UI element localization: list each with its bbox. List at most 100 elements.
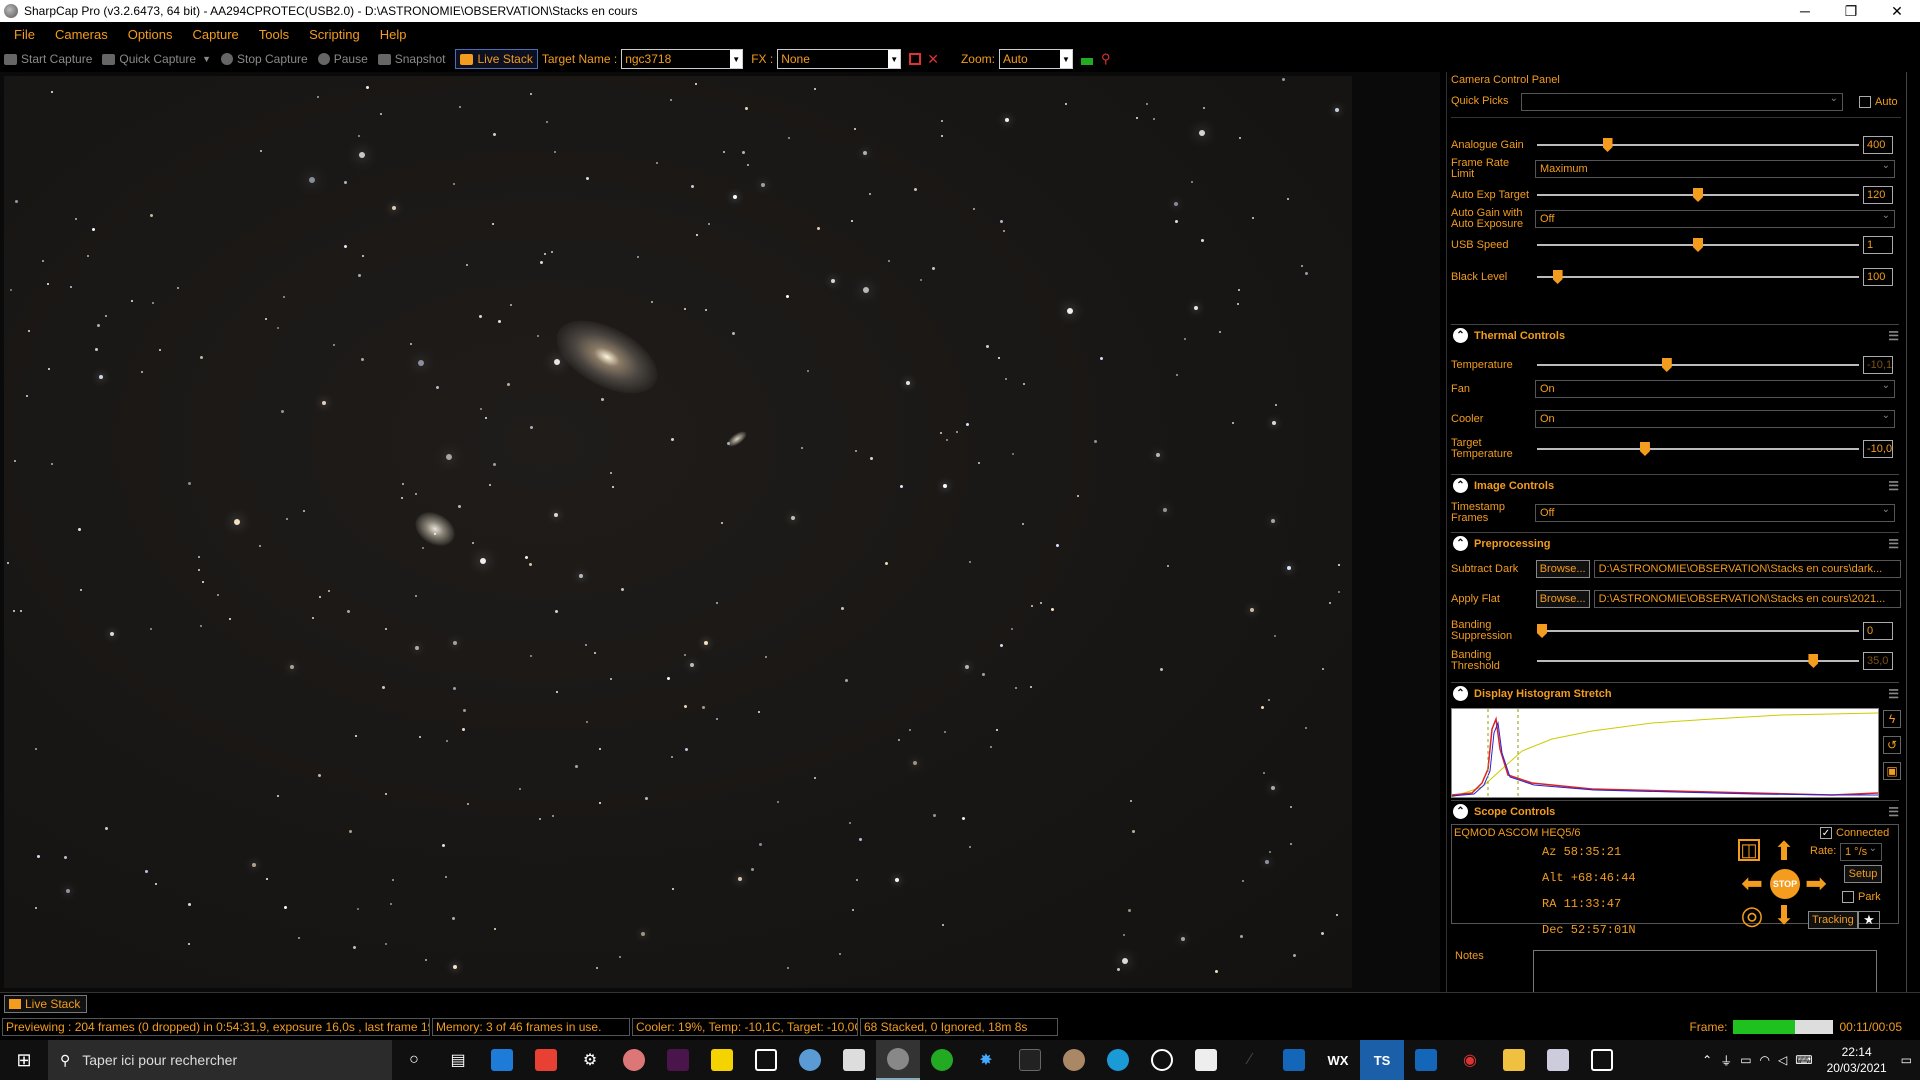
reset-icon[interactable]: ↺ [1883, 736, 1901, 754]
chevron-up-icon[interactable]: ⌃ [1453, 328, 1468, 343]
tracking-button[interactable]: Tracking [1808, 911, 1858, 929]
slider-thumb[interactable] [1537, 624, 1547, 638]
edge-icon[interactable] [1096, 1040, 1140, 1080]
chevron-up-icon[interactable]: ⌃ [1453, 686, 1468, 701]
red-app-icon[interactable]: ◉ [1448, 1040, 1492, 1080]
connected-checkbox[interactable]: ✓ [1820, 827, 1832, 839]
setup-button[interactable]: Setup [1844, 865, 1882, 883]
subtract-dark-path[interactable]: D:\ASTRONOMIE\OBSERVATION\Stacks en cour… [1593, 560, 1901, 578]
chevron-down-icon[interactable]: ▼ [888, 50, 901, 68]
hamburger-icon[interactable]: ☰ [1888, 805, 1899, 819]
mail-icon[interactable] [480, 1040, 524, 1080]
panel-scrollbar[interactable] [1906, 72, 1920, 992]
maximize-button[interactable]: ❐ [1828, 0, 1874, 22]
analogue-gain-slider[interactable] [1537, 138, 1859, 152]
phd2-icon[interactable] [920, 1040, 964, 1080]
fx-select[interactable]: None ▼ [777, 49, 902, 69]
wifi-icon[interactable]: ◠ [1760, 1053, 1770, 1067]
slack-icon[interactable] [656, 1040, 700, 1080]
frame-rate-select[interactable]: Maximum [1535, 160, 1895, 178]
cross-hair-icon[interactable]: ✕ [927, 51, 939, 68]
calculator-icon[interactable] [1580, 1040, 1624, 1080]
apply-flat-path[interactable]: D:\ASTRONOMIE\OBSERVATION\Stacks en cour… [1593, 590, 1901, 608]
menu-file[interactable]: File [0, 27, 45, 42]
browser-icon[interactable] [788, 1040, 832, 1080]
feather-icon[interactable]: ∕ [1228, 1040, 1272, 1080]
fan-select[interactable]: On [1535, 380, 1895, 398]
black-level-value[interactable]: 100 [1863, 268, 1893, 286]
auto-exp-target-value[interactable]: 120 [1863, 186, 1893, 204]
chevron-down-icon[interactable]: ▼ [202, 54, 211, 64]
close-button[interactable]: ✕ [1874, 0, 1920, 22]
slider-thumb[interactable] [1693, 238, 1703, 252]
menu-tools[interactable]: Tools [249, 27, 299, 42]
image-viewport[interactable] [0, 72, 1440, 992]
menu-help[interactable]: Help [370, 27, 417, 42]
auto-gain-select[interactable]: Off [1535, 210, 1895, 228]
task-view-icon[interactable]: ▤ [436, 1040, 480, 1080]
target-name-input[interactable]: ngc3718 ▼ [621, 49, 744, 69]
zoom-select[interactable]: Auto ▼ [998, 49, 1073, 69]
image-controls-header[interactable]: ⌃ Image Controls ☰ [1451, 474, 1899, 496]
menu-cameras[interactable]: Cameras [45, 27, 118, 42]
sticky-notes-icon[interactable] [700, 1040, 744, 1080]
chevron-down-icon[interactable]: ▼ [730, 50, 743, 68]
histogram-display[interactable] [1451, 708, 1879, 798]
banding-threshold-value[interactable]: 35,0 [1863, 652, 1893, 670]
usb-speed-value[interactable]: 1 [1863, 236, 1893, 254]
auto-checkbox[interactable] [1859, 95, 1871, 108]
ts-icon[interactable]: TS [1360, 1040, 1404, 1080]
snip-icon[interactable] [744, 1040, 788, 1080]
slider-thumb[interactable] [1639, 442, 1650, 456]
spiral-icon[interactable] [1140, 1040, 1184, 1080]
home-target-icon[interactable]: ◎ [1738, 900, 1766, 930]
apply-flat-browse-button[interactable]: Browse... [1535, 590, 1590, 608]
discord-icon[interactable] [1184, 1040, 1228, 1080]
minimize-button[interactable]: ─ [1782, 0, 1828, 22]
pause-button[interactable]: Pause [317, 52, 368, 66]
astro-app-icon[interactable] [1008, 1040, 1052, 1080]
chevron-up-icon[interactable]: ⌃ [1453, 478, 1468, 493]
analogue-gain-value[interactable]: 400 [1863, 136, 1893, 154]
scope-controls-header[interactable]: ⌃ Scope Controls ☰ [1451, 800, 1899, 822]
start-capture-button[interactable]: Start Capture [4, 52, 92, 66]
rate-select[interactable]: 1 °/s [1840, 843, 1882, 861]
south-arrow-button[interactable]: ⬇ [1770, 900, 1798, 930]
star-icon[interactable]: ★ [1858, 911, 1880, 929]
app-icon-blue[interactable] [1272, 1040, 1316, 1080]
slider-thumb[interactable] [1552, 270, 1563, 284]
histogram-icon[interactable] [1080, 53, 1093, 65]
target-temperature-value[interactable]: -10,0 [1863, 440, 1893, 458]
star-app-icon[interactable] [1404, 1040, 1448, 1080]
taskbar-search[interactable]: ⚲ Taper ici pour rechercher [48, 1040, 392, 1080]
stop-capture-button[interactable]: Stop Capture [221, 52, 308, 66]
pen-icon[interactable] [832, 1040, 876, 1080]
stellarium-icon[interactable]: ✸ [964, 1040, 1008, 1080]
chevron-up-icon[interactable]: ⌃ [1453, 536, 1468, 551]
histogram-header[interactable]: ⌃ Display Histogram Stretch ☰ [1451, 682, 1899, 704]
live-stack-tab[interactable]: Live Stack [4, 995, 88, 1013]
cortana-icon[interactable]: ○ [392, 1040, 436, 1080]
live-stack-image[interactable] [4, 76, 1352, 988]
park-checkbox[interactable] [1842, 891, 1854, 903]
east-arrow-button[interactable]: ➡ [1802, 868, 1830, 898]
hamburger-icon[interactable]: ☰ [1888, 537, 1899, 551]
preprocessing-header[interactable]: ⌃ Preprocessing ☰ [1451, 532, 1899, 554]
goto-target-icon[interactable]: ◫ [1738, 839, 1760, 861]
planet-icon[interactable] [1052, 1040, 1096, 1080]
snapshot-button[interactable]: Snapshot [377, 52, 445, 66]
notepad-icon[interactable] [1536, 1040, 1580, 1080]
keyboard-icon[interactable]: ⌨ [1795, 1053, 1812, 1067]
lightning-icon[interactable]: ϟ [1883, 710, 1901, 728]
menu-scripting[interactable]: Scripting [299, 27, 370, 42]
chevron-up-icon[interactable]: ⌃ [1453, 804, 1468, 819]
stop-button[interactable]: STOP [1770, 869, 1800, 899]
battery-icon[interactable]: ▭ [1740, 1053, 1751, 1067]
menu-capture[interactable]: Capture [183, 27, 249, 42]
slider-thumb[interactable] [1693, 188, 1703, 202]
usb-icon[interactable]: ⏚ [1720, 1052, 1732, 1069]
notes-textarea[interactable] [1533, 950, 1877, 994]
paint-icon[interactable] [612, 1040, 656, 1080]
slider-thumb[interactable] [1808, 654, 1819, 668]
usb-speed-slider[interactable] [1537, 238, 1859, 252]
